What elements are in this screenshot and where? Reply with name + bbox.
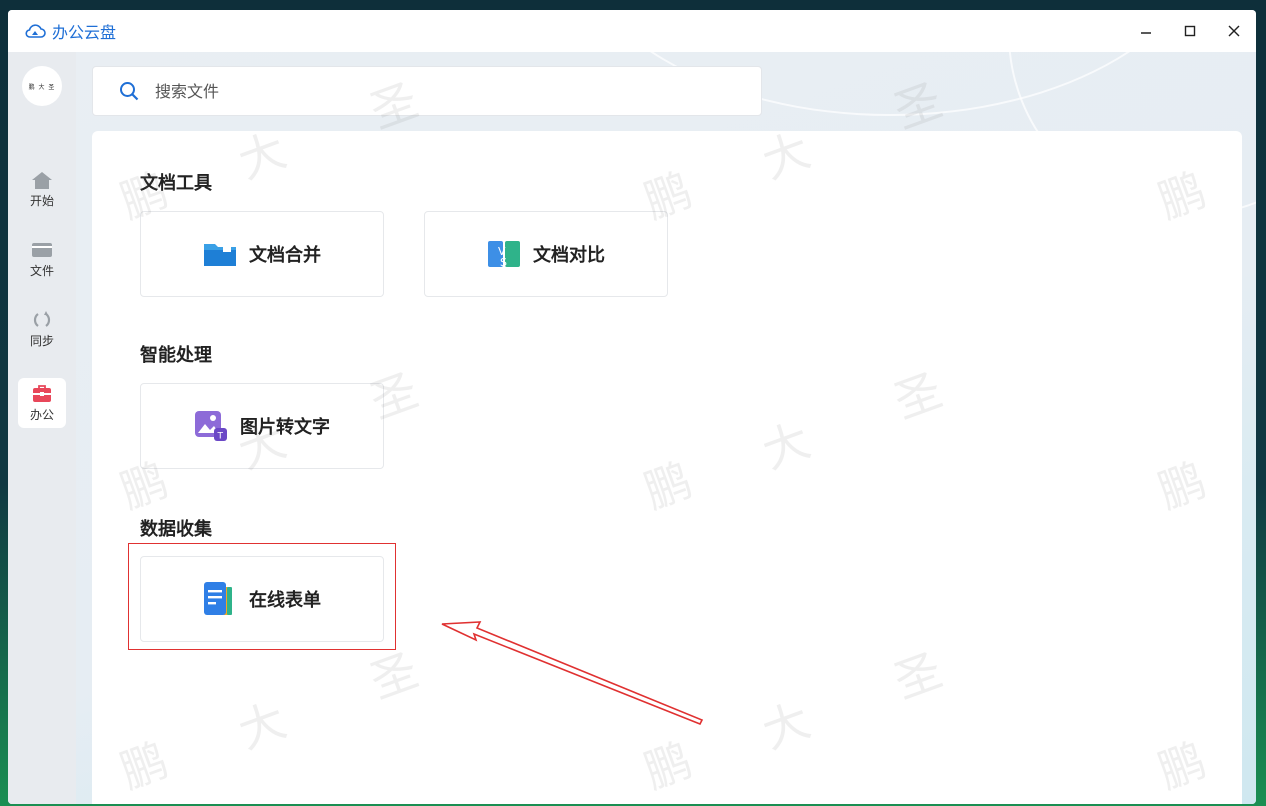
home-icon [31,170,53,190]
section-title-smart: 智能处理 [140,345,212,366]
image-to-text-icon: T [194,409,228,443]
close-button[interactable] [1212,10,1256,52]
app-title: 办公云盘 [52,23,117,42]
merge-folder-icon [203,237,237,271]
svg-text:T: T [217,432,224,442]
sidebar-item-label: 同步 [29,333,54,348]
section-title-doc-tools: 文档工具 [140,173,212,194]
search-icon [119,81,139,101]
title-bar: 办公云盘 [8,10,1256,52]
minimize-icon [1141,32,1151,34]
avatar-text: 鹏 大 圣 [28,83,56,91]
sidebar-item-files[interactable]: 文件 [18,234,66,284]
minimize-button[interactable] [1124,10,1168,52]
search-input[interactable] [153,80,717,102]
toolbox-icon [31,384,53,404]
maximize-icon [1184,25,1196,37]
sidebar: 鹏 大 圣 开始 文件 同步 办公 [8,52,76,804]
avatar[interactable]: 鹏 大 圣 [22,66,62,106]
folder-icon [31,240,53,260]
section-title-data-collect: 数据收集 [140,519,212,540]
image-to-text-card[interactable]: T 图片转文字 [140,383,384,469]
maximize-button[interactable] [1168,10,1212,52]
annotation-arrow-icon [441,621,704,726]
window-controls [1124,10,1256,52]
sidebar-item-sync[interactable]: 同步 [18,304,66,354]
doc-compare-card[interactable]: VS 文档对比 [424,211,668,297]
compare-vs-icon: VS [487,237,521,271]
doc-compare-label: 文档对比 [533,245,605,266]
close-icon [1228,25,1240,37]
doc-merge-card[interactable]: 文档合并 [140,211,384,297]
sidebar-item-start[interactable]: 开始 [18,164,66,214]
doc-merge-label: 文档合并 [249,245,321,266]
search-bar[interactable] [92,66,762,116]
image-to-text-label: 图片转文字 [240,417,330,438]
sidebar-item-office[interactable]: 办公 [18,378,66,428]
highlight-box [128,543,396,650]
cloud-logo-icon [25,24,46,38]
sidebar-item-label: 文件 [29,263,54,278]
sidebar-item-label: 开始 [29,193,54,208]
sync-icon [31,310,53,330]
svg-text:S: S [500,256,507,269]
sidebar-item-label: 办公 [29,407,54,422]
